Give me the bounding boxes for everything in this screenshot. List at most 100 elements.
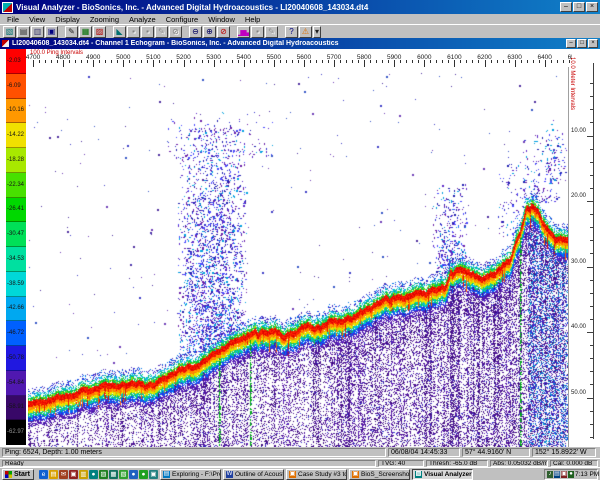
- top-axis-tick: [232, 60, 233, 63]
- depth-axis-minor-tick: [590, 240, 593, 241]
- minimize-button[interactable]: –: [560, 2, 572, 12]
- app-status-bar: Ready TVG: 40Thresh: -65.0 dBAbs: 0.0503…: [0, 458, 600, 467]
- save-button[interactable]: ▣: [45, 26, 58, 38]
- alarm-dropdown-button[interactable]: ▾: [313, 26, 321, 38]
- start-button[interactable]: Start: [2, 469, 34, 480]
- color-scale-label: -54.84: [6, 380, 24, 386]
- menu-item-display[interactable]: Display: [50, 15, 85, 24]
- task-outline-of-acoustic[interactable]: WOutline of Acoustic...: [223, 469, 284, 480]
- top-axis-tick: [442, 60, 443, 63]
- zoom-in-button[interactable]: ⊕: [203, 26, 216, 38]
- top-axis-tick: [244, 60, 245, 67]
- tool-2-icon: ▪: [146, 27, 149, 37]
- menu-item-file[interactable]: File: [2, 15, 24, 24]
- top-axis-tick: [430, 60, 431, 63]
- media-icon[interactable]: ▣: [69, 470, 78, 479]
- menu-item-help[interactable]: Help: [240, 15, 265, 24]
- tool-1-icon: ▪: [132, 27, 135, 37]
- top-axis-tick: [202, 60, 203, 63]
- depth-axis-minor-tick: [590, 214, 593, 215]
- window-controls: – □ ×: [560, 2, 598, 12]
- visual-analyzer-window: Visual Analyzer - BioSonics, Inc. - Adva…: [0, 0, 600, 480]
- windows-flag-icon: [5, 471, 12, 478]
- photo-icon[interactable]: ▨: [99, 470, 108, 479]
- help-button[interactable]: ?: [285, 26, 298, 38]
- child-close-button[interactable]: ×: [588, 39, 598, 48]
- clock-app-icon[interactable]: ▣: [561, 471, 567, 478]
- top-axis-tick: [472, 60, 473, 63]
- top-axis-tick: [250, 60, 251, 63]
- edit-button[interactable]: ✎: [65, 26, 78, 38]
- menu-item-zooming[interactable]: Zooming: [85, 15, 124, 24]
- top-axis-tick: [274, 60, 275, 67]
- alarm-dropdown-icon: ▾: [315, 27, 319, 37]
- scheduler-icon[interactable]: ●: [568, 471, 574, 478]
- top-axis-tick: [533, 60, 534, 63]
- mail-icon[interactable]: ✉: [59, 470, 68, 479]
- sheet-icon[interactable]: ▦: [109, 470, 118, 479]
- new-echogram-button[interactable]: ▧: [3, 26, 16, 38]
- grid-button[interactable]: ▦: [79, 26, 92, 38]
- zoom-cancel-button[interactable]: ⊘: [217, 26, 230, 38]
- print-icon: ▤: [20, 27, 28, 37]
- box-icon[interactable]: ▣: [149, 470, 158, 479]
- package-icon[interactable]: ▥: [79, 470, 88, 479]
- export-button[interactable]: ▥: [31, 26, 44, 38]
- menu-item-analyze[interactable]: Analyze: [124, 15, 161, 24]
- depth-axis-minor-tick: [590, 411, 593, 412]
- print-button[interactable]: ▤: [17, 26, 30, 38]
- world-icon[interactable]: ●: [129, 470, 138, 479]
- menu-item-view[interactable]: View: [24, 15, 50, 24]
- child-restore-button[interactable]: □: [577, 39, 587, 48]
- top-axis-tick: [310, 60, 311, 63]
- status-thresh: Thresh: -65.0 dB: [426, 460, 488, 467]
- top-axis-tick: [497, 60, 498, 63]
- color-scale-block: -42.66: [6, 297, 26, 322]
- menu-item-window[interactable]: Window: [203, 15, 240, 24]
- depth-axis-major-tick: [587, 267, 593, 268]
- color-scale-block: -50.78: [6, 346, 26, 371]
- task-visual-analyzer[interactable]: ▧Visual Analyzer ...: [412, 469, 473, 480]
- top-axis-tick: [491, 60, 492, 63]
- top-axis-tick: [485, 60, 486, 67]
- top-axis-tick: [418, 60, 419, 63]
- maximize-button[interactable]: □: [573, 2, 585, 12]
- top-axis-tick: [304, 60, 305, 67]
- top-axis-tick: [322, 60, 323, 63]
- color-scale-label: -10.16: [6, 107, 24, 113]
- top-axis: 100.0 Ping Intervals 4700480049005000510…: [19, 49, 572, 67]
- menu-item-configure[interactable]: Configure: [161, 15, 204, 24]
- top-axis-tick: [503, 60, 504, 63]
- top-axis-tick: [63, 60, 64, 67]
- zoom-out-button[interactable]: ⊖: [189, 26, 202, 38]
- ie-icon[interactable]: e: [39, 470, 48, 479]
- depth-axis-minor-tick: [590, 319, 593, 320]
- task-exploring[interactable]: ▤Exploring - F:\Proj...: [160, 469, 221, 480]
- echogram-plot: [28, 67, 568, 447]
- app-icon[interactable]: ▧: [119, 470, 128, 479]
- histogram-button[interactable]: ▁▅▃: [237, 26, 250, 38]
- task-case-study[interactable]: ▣Case Study #3 to ...: [286, 469, 347, 480]
- volume-icon[interactable]: ♪: [547, 471, 553, 478]
- top-axis-tick: [75, 60, 76, 63]
- task-bios-screenshots[interactable]: ▣BioS_Screenshots...: [349, 469, 410, 480]
- leaf-icon[interactable]: ●: [139, 470, 148, 479]
- folder-icon[interactable]: ▤: [49, 470, 58, 479]
- alarm-button[interactable]: ⚠: [299, 26, 312, 38]
- color-scale-label: -30.47: [6, 231, 24, 237]
- chart-button[interactable]: ◣: [113, 26, 126, 38]
- top-axis-tick: [147, 60, 148, 63]
- top-axis-tick: [406, 60, 407, 63]
- delete-button[interactable]: ▨: [93, 26, 106, 38]
- top-axis-tick: [111, 60, 112, 63]
- child-minimize-button[interactable]: –: [566, 39, 576, 48]
- top-axis-tick: [280, 60, 281, 63]
- display-icon[interactable]: ▤: [554, 471, 560, 478]
- window-title: Visual Analyzer - BioSonics, Inc. - Adva…: [16, 3, 560, 12]
- zoom-cancel-icon: ⊘: [220, 27, 227, 37]
- echogram-canvas[interactable]: [28, 67, 568, 447]
- close-button[interactable]: ×: [586, 2, 598, 12]
- export-icon: ▥: [34, 27, 42, 37]
- globe-icon[interactable]: ●: [89, 470, 98, 479]
- top-axis-tick: [563, 60, 564, 63]
